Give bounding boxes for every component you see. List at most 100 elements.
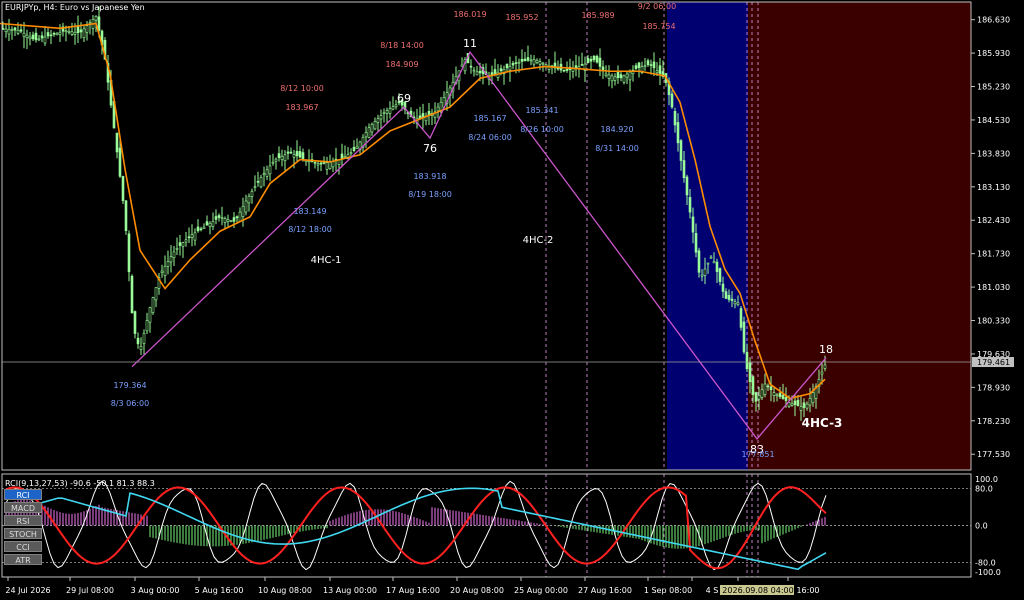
time-tick-label: 20 Aug 08:00 <box>450 586 504 595</box>
candle-body <box>382 112 386 115</box>
candle-body <box>235 216 239 219</box>
candle-body <box>526 57 530 61</box>
candle-body <box>718 268 722 282</box>
indicator-button-cci[interactable]: CCI <box>4 541 42 552</box>
time-tick-label: 13 Aug 00:00 <box>323 586 377 595</box>
candle-body <box>340 153 344 159</box>
candle-body <box>280 155 284 160</box>
candle-body <box>292 154 296 158</box>
candle-body <box>13 27 17 31</box>
price-label: 177.851 <box>741 450 774 459</box>
time-tick-label: 1 Sep 08:00 <box>644 586 692 595</box>
candle-body <box>190 234 194 238</box>
candle-body <box>67 30 71 33</box>
candle-body <box>145 320 149 332</box>
indicator-button-macd[interactable]: MACD <box>4 502 42 513</box>
candle-body <box>325 162 329 170</box>
candle-body <box>25 34 29 39</box>
candle-body <box>625 73 629 78</box>
indicator-button-stoch[interactable]: STOCH <box>4 528 42 539</box>
candle-body <box>223 218 227 223</box>
price-label: 9/2 06:00 <box>638 2 676 11</box>
candle-body <box>220 217 224 219</box>
candle-body <box>127 233 131 273</box>
candle-body <box>277 153 281 158</box>
candle-body <box>565 68 569 71</box>
candle-body <box>811 392 815 403</box>
candle-body <box>37 38 41 41</box>
candle-body <box>133 311 137 334</box>
price-label: 8/19 18:00 <box>408 190 452 199</box>
time-tick-label: 24 Jul 2026 <box>5 586 50 595</box>
candle-body <box>598 57 602 67</box>
wave-label: 4HC-2 <box>523 235 554 246</box>
wave-label: 4HC-1 <box>311 255 342 266</box>
price-tick-label: 178.230 <box>977 417 1010 426</box>
candle-body <box>595 55 599 63</box>
candle-body <box>136 337 140 345</box>
candle-body <box>301 152 305 159</box>
candle-body <box>622 75 626 83</box>
candle-body <box>670 93 674 108</box>
candle-body <box>364 132 368 138</box>
candle-body <box>646 60 650 66</box>
candle-body <box>529 59 533 62</box>
price-label: 8/12 10:00 <box>280 84 324 93</box>
candle-body <box>19 29 23 32</box>
candle-body <box>523 58 527 62</box>
candle-body <box>115 132 119 153</box>
candle-body <box>745 351 749 370</box>
candle-body <box>202 226 206 229</box>
candle-body <box>349 152 353 154</box>
candle-body <box>175 248 179 250</box>
candle-body <box>715 261 719 272</box>
price-tick-label: 183.130 <box>977 183 1010 192</box>
candle-body <box>472 69 476 72</box>
candle-body <box>508 66 512 71</box>
candle-body <box>262 173 266 176</box>
candle-body <box>679 140 683 161</box>
candle-body <box>589 58 593 62</box>
indicator-tick-label: -100.0 <box>975 568 1001 577</box>
candle-body <box>52 32 56 35</box>
candle-body <box>58 31 62 35</box>
zigzag-point-label: 18 <box>819 343 833 356</box>
candle-body <box>217 215 221 218</box>
candle-body <box>586 58 590 63</box>
price-tick-label: 181.030 <box>977 283 1010 292</box>
indicator-button-atr[interactable]: ATR <box>4 554 42 565</box>
candle-body <box>682 160 686 179</box>
candle-body <box>163 265 167 276</box>
candle-body <box>370 123 374 133</box>
candle-body <box>229 220 233 222</box>
price-label: 185.989 <box>581 11 614 20</box>
candle-body <box>151 297 155 313</box>
candle-body <box>391 106 395 110</box>
price-tick-label: 182.430 <box>977 216 1010 225</box>
price-label: 8/3 06:00 <box>111 399 149 408</box>
candle-body <box>121 176 125 201</box>
candle-body <box>823 364 827 369</box>
price-label: 8/26 10:00 <box>520 125 564 134</box>
time-tick-label: 27 Aug 16:00 <box>578 586 632 595</box>
candle-body <box>778 392 782 398</box>
candle-body <box>511 63 515 66</box>
candle-body <box>799 406 803 411</box>
candle-body <box>493 69 497 74</box>
candle-body <box>700 274 704 277</box>
candle-body <box>352 146 356 151</box>
candle-body <box>772 392 776 396</box>
candle-body <box>55 32 59 36</box>
indicator-button-rsi[interactable]: RSI <box>4 515 42 526</box>
indicator-button-rci[interactable]: RCI <box>4 489 42 500</box>
candle-body <box>238 211 242 222</box>
candle-body <box>226 219 230 222</box>
candle-body <box>769 386 773 391</box>
candle-body <box>730 298 734 301</box>
price-label: 179.364 <box>113 381 146 390</box>
candle-body <box>724 291 728 299</box>
candle-body <box>673 111 677 126</box>
indicator-tick-label: 80.0 <box>975 484 993 493</box>
chart-canvas[interactable]: 6976118318186.019 185.952 185.9899/2 06:00… <box>0 0 1024 600</box>
candle-body <box>172 251 176 259</box>
